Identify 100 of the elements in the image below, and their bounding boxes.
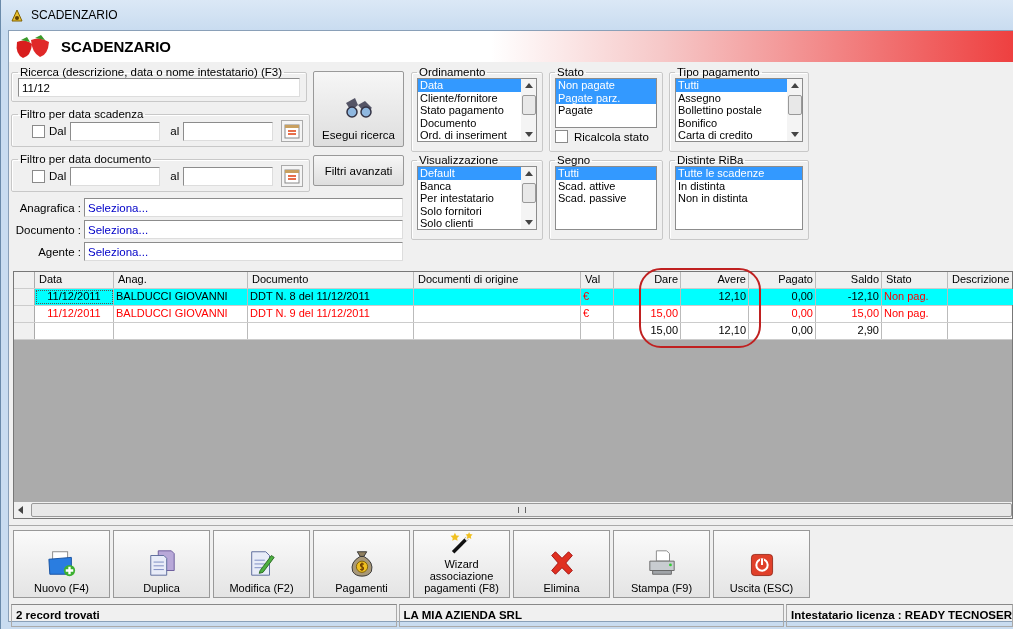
checkbox[interactable] — [32, 169, 45, 183]
table-cell: DDT N. 9 del 11/12/2011 — [250, 307, 370, 319]
table-cell: 0,00 — [791, 290, 813, 302]
table-cell: -12,10 — [847, 290, 879, 302]
group-title: Ricerca (descrizione, data o nome intestatario) (F3) — [19, 66, 284, 78]
checkbox[interactable] — [555, 130, 568, 143]
list-item[interactable]: Pagate — [556, 104, 656, 117]
list-item[interactable]: Documento — [418, 116, 521, 130]
list-item[interactable]: Ord. di inseriment — [418, 129, 521, 141]
window-title: SCADENZARIO — [31, 8, 118, 22]
group-title: Segno — [556, 155, 592, 166]
list-item[interactable]: Bonifico — [676, 116, 787, 130]
search-button[interactable]: Esegui ricerca — [313, 71, 404, 147]
list-item[interactable]: Assegno — [676, 91, 787, 105]
select-field[interactable]: Seleziona... — [84, 242, 403, 261]
app-icon — [9, 7, 25, 23]
column-header[interactable]: Documento — [248, 272, 414, 288]
list-item[interactable]: Solo clienti — [418, 217, 521, 229]
list-item[interactable]: Stato pagamento — [418, 104, 521, 117]
advanced-filters-button[interactable]: Filtri avanzati — [313, 155, 404, 186]
calendar-button[interactable] — [281, 165, 304, 187]
scroll-up-icon[interactable] — [524, 83, 533, 88]
scrollbar[interactable] — [521, 167, 536, 229]
page-title: SCADENZARIO — [61, 38, 171, 55]
column-header[interactable]: Stato — [882, 272, 948, 288]
table-cell: 2,90 — [857, 324, 879, 336]
power-icon — [748, 552, 775, 578]
toolbar-button[interactable]: Elimina — [513, 530, 610, 598]
toolbar-button[interactable]: Duplica — [113, 530, 210, 598]
group-title: Filtro per data documento — [19, 153, 153, 165]
scroll-down-icon[interactable] — [790, 132, 799, 137]
to-label: al — [170, 125, 180, 137]
scroll-left-icon[interactable] — [18, 506, 23, 514]
column-header[interactable]: Pagato — [749, 272, 816, 288]
table-cell: DDT N. 8 del 11/12/2011 — [250, 290, 370, 302]
checkbox[interactable] — [32, 124, 45, 138]
folder-plus-icon — [46, 548, 77, 578]
list-item[interactable]: Carta di credito — [676, 129, 787, 141]
column-header[interactable]: Dare — [614, 272, 681, 288]
table-cell: 15,00 — [650, 307, 678, 319]
date-to-field[interactable] — [183, 121, 274, 141]
list-item[interactable]: Bollettino postale — [676, 104, 787, 117]
list-item[interactable]: Scad. attive — [556, 179, 656, 193]
table-row[interactable]: 15,00 12,10 0,00 2,90 — [14, 323, 1012, 340]
scrollbar[interactable] — [787, 79, 802, 141]
from-label: Dal — [49, 125, 67, 137]
group-title: Filtro per data scadenza — [19, 108, 145, 120]
date-from-field[interactable] — [70, 166, 161, 186]
column-header[interactable]: Data — [35, 272, 114, 288]
list-item[interactable]: Per intestatario — [418, 192, 521, 205]
select-field[interactable]: Seleziona... — [84, 198, 403, 217]
table-cell: 0,00 — [791, 324, 813, 336]
table-cell: BALDUCCI GIOVANNI — [116, 307, 228, 319]
status-panel: LA MIA AZIENDA SRL — [398, 604, 785, 627]
column-header[interactable]: Val — [581, 272, 614, 288]
group-title: Distinte RiBa — [676, 155, 745, 166]
column-header[interactable]: Descrizione — [948, 272, 1013, 288]
table-cell: BALDUCCI GIOVANNI — [116, 290, 228, 302]
select-field[interactable]: Seleziona... — [84, 220, 403, 239]
scrollbar[interactable] — [521, 79, 536, 141]
list-item[interactable]: Scad. passive — [556, 192, 656, 205]
table-cell: € — [583, 290, 590, 302]
field-label: Anagrafica : — [18, 201, 81, 214]
table-cell: 15,00 — [650, 324, 678, 336]
toolbar-button[interactable]: Stampa (F9) — [613, 530, 710, 598]
horizontal-scrollbar[interactable] — [14, 502, 1012, 518]
table-row[interactable]: 11/12/2011 BALDUCCI GIOVANNI DDT N. 9 del 11/12/2011 € 15,00 0,00 15,00 Non pag. — [14, 306, 1012, 323]
table-row[interactable]: 11/12/2011 BALDUCCI GIOVANNI DDT N. 8 del 11/12/2011 € 12,10 0,00 -12,10 Non pag. — [14, 289, 1012, 306]
toolbar-button[interactable]: Pagamenti — [313, 530, 410, 598]
toolbar-button[interactable]: Uscita (ESC) — [713, 530, 810, 598]
toolbar-button[interactable]: Wizard associazione pagamenti (F8) — [413, 530, 510, 598]
table-cell: € — [583, 307, 590, 319]
date-from-field[interactable] — [70, 121, 161, 141]
column-header[interactable]: Avere — [681, 272, 749, 288]
from-label: Dal — [49, 170, 67, 182]
toolbar-button[interactable]: Modifica (F2) — [213, 530, 310, 598]
list-item[interactable]: Banca — [418, 179, 521, 193]
list-item[interactable]: Solo fornitori — [418, 204, 521, 218]
column-header[interactable]: Documenti di origine — [414, 272, 581, 288]
field-label: Documento : — [14, 223, 81, 236]
table-cell: 11/12/2011 — [47, 307, 101, 319]
table-cell: 12,10 — [718, 324, 746, 336]
printer-icon — [646, 548, 677, 578]
scroll-down-icon[interactable] — [524, 220, 533, 225]
search-field[interactable]: 11/12 — [18, 78, 300, 97]
scroll-up-icon[interactable] — [524, 171, 533, 176]
column-header[interactable]: Anag. — [114, 272, 248, 288]
list-item[interactable]: Non in distinta — [676, 192, 802, 205]
field-label: Agente : — [37, 245, 81, 258]
list-item[interactable]: Cliente/fornitore — [418, 91, 521, 105]
to-label: al — [170, 170, 180, 182]
list-item[interactable]: In distinta — [676, 179, 802, 193]
table-cell: 11/12/2011 — [47, 290, 101, 302]
status-panel: 2 record trovati — [11, 604, 397, 627]
column-header[interactable]: Saldo — [816, 272, 882, 288]
scroll-up-icon[interactable] — [790, 83, 799, 88]
toolbar-button[interactable]: Nuovo (F4) — [13, 530, 110, 598]
calendar-button[interactable] — [281, 120, 304, 142]
scroll-down-icon[interactable] — [524, 132, 533, 137]
date-to-field[interactable] — [183, 166, 274, 186]
